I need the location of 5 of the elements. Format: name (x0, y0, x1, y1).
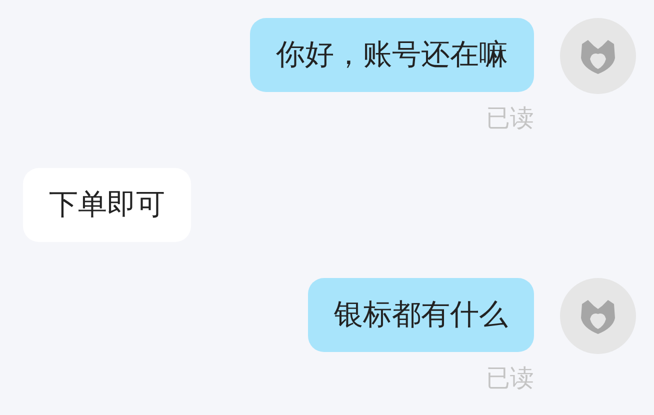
message-bubble: 下单即可 (23, 168, 191, 242)
message-bubble: 你好，账号还在嘛 (250, 18, 534, 92)
message-bubble: 银标都有什么 (308, 278, 534, 352)
avatar-icon[interactable] (560, 278, 636, 354)
avatar-icon[interactable] (560, 18, 636, 94)
